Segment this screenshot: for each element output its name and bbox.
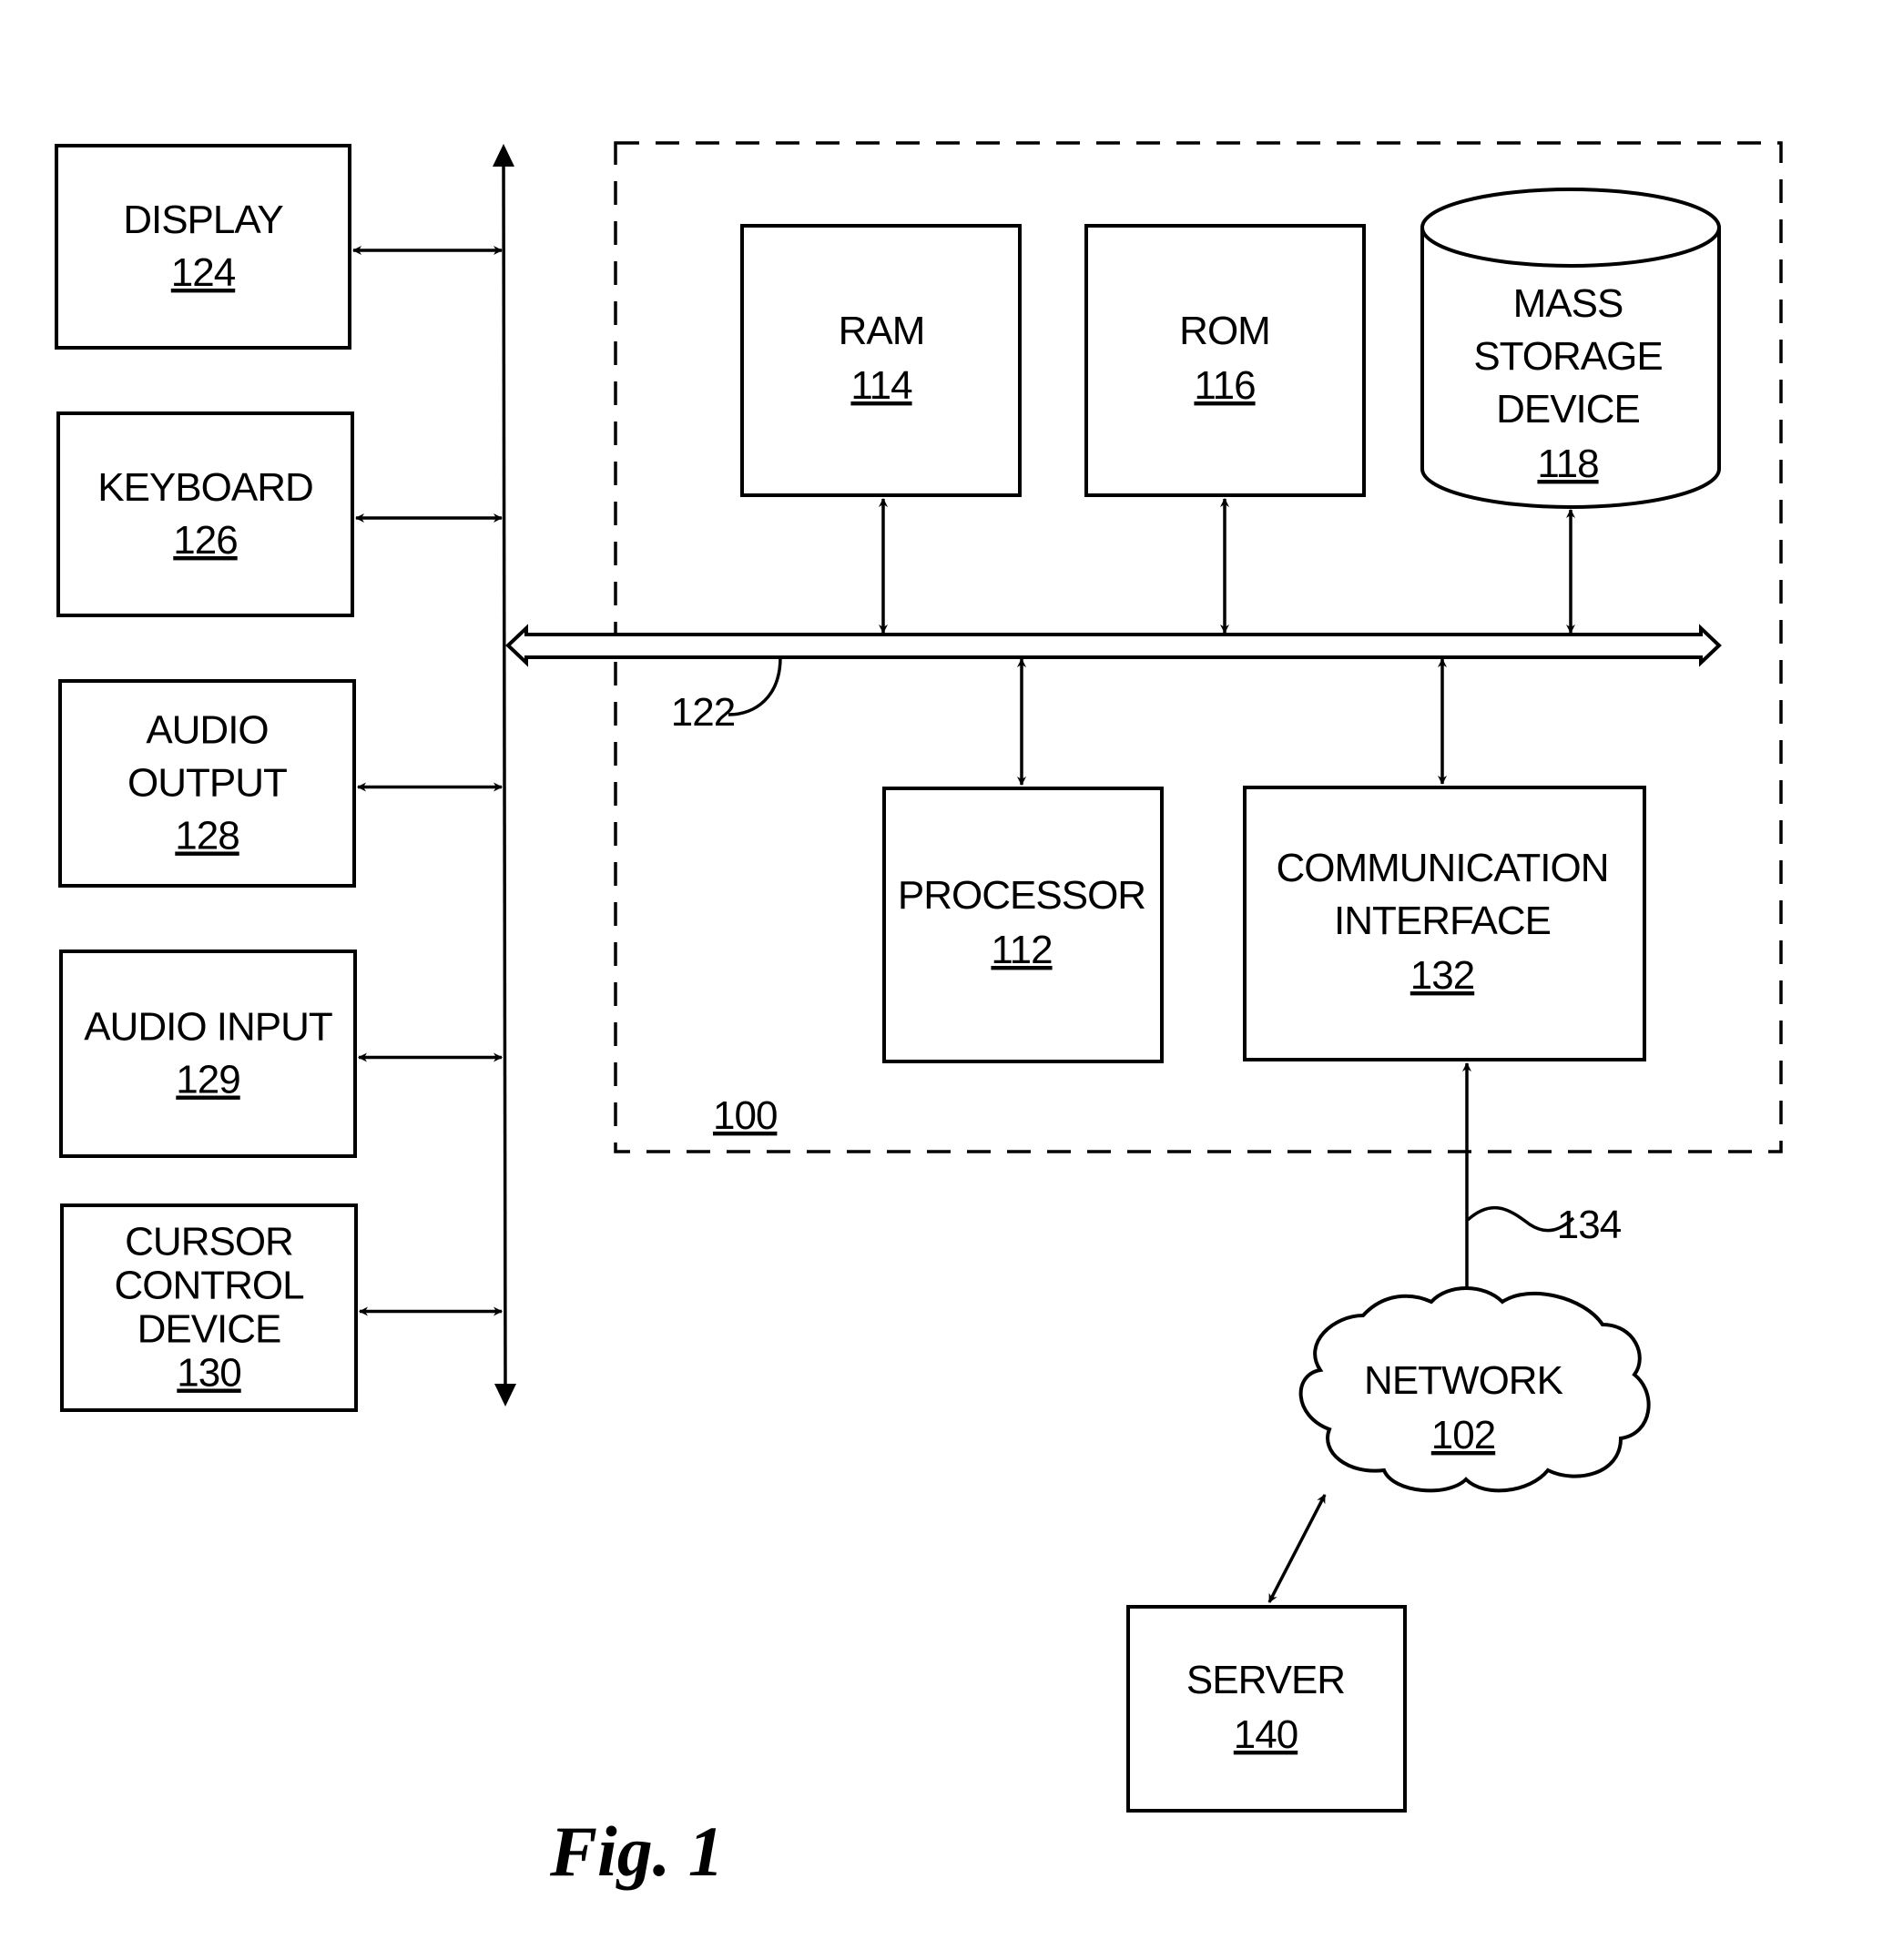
audio-output-ref: 128: [175, 814, 239, 858]
comm-ref: 132: [1410, 953, 1474, 998]
processor-label: PROCESSOR: [898, 873, 1145, 918]
display-ref: 124: [171, 250, 236, 295]
processor-ref: 112: [991, 928, 1052, 972]
server-label: SERVER: [1186, 1658, 1345, 1702]
mass-storage-line2: STORAGE: [1473, 334, 1662, 379]
block-diagram: marker path{} 100 DISPLAY124KEYBOARD126A…: [55, 141, 1783, 1891]
comm-line1: COMMUNICATION: [1276, 846, 1608, 890]
audio-output-label-line2: OUTPUT: [127, 761, 287, 806]
keyboard-label-line1: KEYBOARD: [97, 465, 313, 510]
figure-caption: Fig. 1: [549, 1812, 724, 1891]
bus-ref-leader: [728, 656, 782, 716]
server-ref: 140: [1234, 1712, 1298, 1757]
cursor-control-device-ref: 130: [177, 1351, 240, 1396]
keyboard-block: KEYBOARD 126: [56, 411, 354, 617]
ram-block: RAM 114: [740, 224, 1022, 497]
arrow-up-icon: [493, 144, 514, 167]
keyboard-ref: 126: [173, 518, 237, 563]
peripheral-bus: [493, 144, 516, 1407]
cursor-control-device-label-line3: DEVICE: [137, 1307, 281, 1352]
processor-block: PROCESSOR 112: [882, 787, 1164, 1063]
mass-storage-block: MASS STORAGE DEVICE 118: [1420, 188, 1721, 509]
arrow-down-icon: [494, 1384, 516, 1407]
audio-input-label-line1: AUDIO INPUT: [84, 1005, 332, 1050]
server-network-arrow: [1267, 1494, 1327, 1603]
cursor-control-device-label-line2: CONTROL: [114, 1264, 304, 1308]
display-label-line1: DISPLAY: [123, 198, 283, 242]
mass-storage-line1: MASS: [1513, 281, 1623, 326]
communication-interface-block: COMMUNICATION INTERFACE 132: [1243, 786, 1646, 1061]
display-block: DISPLAY 124: [55, 144, 351, 350]
server-block: SERVER 140: [1126, 1605, 1407, 1813]
system-bus: [505, 624, 1722, 667]
comm-line2: INTERFACE: [1334, 899, 1551, 943]
network-label: NETWORK: [1364, 1358, 1563, 1403]
ram-ref: 114: [850, 363, 912, 408]
rom-block: ROM 116: [1084, 224, 1366, 497]
bus-ref: 122: [671, 690, 735, 735]
cursor-control-device-label-line1: CURSOR: [125, 1220, 293, 1264]
audio-input-block: AUDIO INPUT 129: [59, 950, 357, 1158]
mass-storage-ref: 118: [1537, 442, 1598, 486]
network-cloud: NETWORK 102: [1298, 1286, 1651, 1493]
network-ref: 102: [1431, 1413, 1495, 1457]
mass-storage-line3: DEVICE: [1496, 387, 1640, 432]
audio-output-label-line1: AUDIO: [146, 708, 268, 753]
system-ref: 100: [713, 1093, 777, 1138]
cursor-control-device-block: CURSORCONTROLDEVICE130: [60, 1203, 358, 1412]
rom-ref: 116: [1194, 363, 1255, 408]
audio-input-ref: 129: [176, 1058, 239, 1102]
rom-label: ROM: [1179, 309, 1270, 353]
ram-label: RAM: [839, 309, 925, 353]
link-ref: 134: [1557, 1203, 1622, 1247]
audio-output-block: AUDIO OUTPUT 128: [58, 679, 356, 888]
